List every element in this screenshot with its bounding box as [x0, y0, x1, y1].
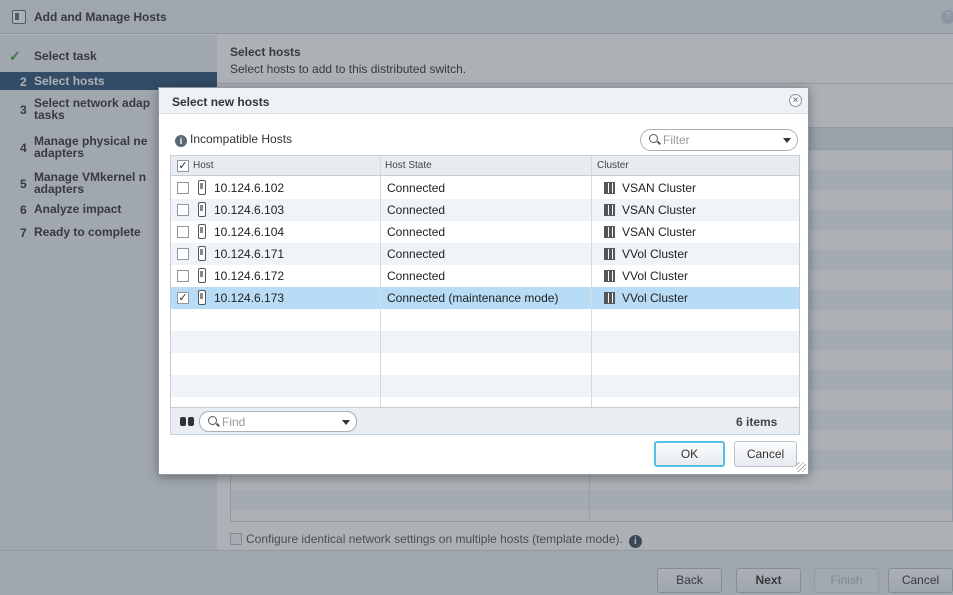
cluster-name: VSAN Cluster: [622, 181, 697, 195]
cluster-name: VSAN Cluster: [622, 225, 697, 239]
row-checkbox[interactable]: [177, 182, 189, 194]
host-ip: 10.124.6.172: [214, 269, 285, 283]
table-row[interactable]: 10.124.6.103 Connected VSAN Cluster: [171, 199, 799, 221]
chevron-down-icon[interactable]: [783, 138, 791, 143]
cluster-name: VVol Cluster: [622, 269, 689, 283]
empty-row: [171, 375, 799, 397]
item-count: 6 items: [736, 415, 778, 429]
host-state: Connected: [387, 269, 446, 283]
grid-footer: Find 6 items: [170, 408, 800, 435]
incompatible-hosts-link[interactable]: i Incompatible Hosts: [175, 132, 292, 147]
host-state: Connected (maintenance mode): [387, 291, 559, 305]
cluster-icon: [604, 270, 615, 282]
row-checkbox[interactable]: [177, 248, 189, 260]
host-icon: [198, 268, 206, 283]
row-checkbox-checked[interactable]: ✓: [177, 292, 189, 304]
ok-button[interactable]: OK: [654, 441, 725, 467]
host-ip: 10.124.6.171: [214, 247, 285, 261]
table-row[interactable]: 10.124.6.171 Connected VVol Cluster: [171, 243, 799, 265]
search-icon: [649, 134, 658, 143]
column-cluster[interactable]: Cluster: [597, 160, 629, 171]
resize-grip-icon[interactable]: [796, 462, 806, 472]
host-ip: 10.124.6.102: [214, 181, 285, 195]
find-input[interactable]: Find: [199, 411, 357, 432]
cancel-button[interactable]: Cancel: [734, 441, 797, 467]
binoculars-icon[interactable]: [180, 415, 195, 426]
info-icon: i: [175, 135, 187, 147]
row-checkbox[interactable]: [177, 226, 189, 238]
search-icon: [208, 416, 217, 425]
host-icon: [198, 224, 206, 239]
cluster-icon: [604, 292, 615, 304]
table-row[interactable]: 10.124.6.172 Connected VVol Cluster: [171, 265, 799, 287]
host-icon: [198, 180, 206, 195]
column-divider: [380, 156, 381, 407]
host-ip: 10.124.6.103: [214, 203, 285, 217]
filter-input[interactable]: Filter: [640, 129, 798, 151]
empty-row: [171, 331, 799, 353]
filter-placeholder: Filter: [663, 133, 690, 147]
host-state: Connected: [387, 225, 446, 239]
cluster-icon: [604, 226, 615, 238]
cluster-name: VSAN Cluster: [622, 203, 697, 217]
cluster-icon: [604, 204, 615, 216]
dialog-titlebar: Select new hosts ×: [159, 88, 808, 114]
grid-header: ✓ Host Host State Cluster: [171, 156, 799, 176]
host-ip: 10.124.6.173: [214, 291, 285, 305]
host-ip: 10.124.6.104: [214, 225, 285, 239]
host-icon: [198, 246, 206, 261]
cluster-name: VVol Cluster: [622, 247, 689, 261]
select-new-hosts-dialog: Select new hosts × i Incompatible Hosts F…: [158, 87, 809, 475]
incompatible-hosts-label: Incompatible Hosts: [190, 132, 293, 146]
host-state: Connected: [387, 181, 446, 195]
hosts-grid: ✓ Host Host State Cluster 10.124.6.102 C…: [170, 155, 800, 408]
dialog-title: Select new hosts: [172, 95, 270, 109]
host-state: Connected: [387, 247, 446, 261]
chevron-down-icon[interactable]: [342, 420, 350, 425]
select-all-checkbox[interactable]: ✓: [177, 160, 189, 172]
cluster-icon: [604, 182, 615, 194]
host-icon: [198, 202, 206, 217]
table-row-selected[interactable]: ✓ 10.124.6.173 Connected (maintenance mo…: [171, 287, 799, 309]
row-checkbox[interactable]: [177, 204, 189, 216]
column-divider: [591, 156, 592, 407]
table-row[interactable]: 10.124.6.102 Connected VSAN Cluster: [171, 177, 799, 199]
column-host-state[interactable]: Host State: [385, 160, 432, 171]
host-state: Connected: [387, 203, 446, 217]
host-icon: [198, 290, 206, 305]
row-checkbox[interactable]: [177, 270, 189, 282]
close-icon[interactable]: ×: [789, 94, 802, 107]
cluster-name: VVol Cluster: [622, 291, 689, 305]
find-placeholder: Find: [222, 415, 246, 429]
column-host[interactable]: Host: [193, 160, 214, 171]
table-row[interactable]: 10.124.6.104 Connected VSAN Cluster: [171, 221, 799, 243]
cluster-icon: [604, 248, 615, 260]
